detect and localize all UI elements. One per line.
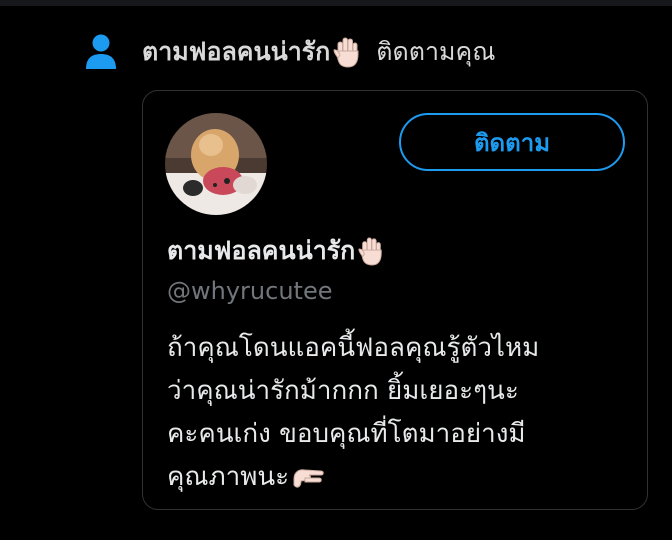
card-handle[interactable]: @whyrucutee — [167, 277, 332, 305]
pinching-hand-icon — [293, 468, 324, 488]
person-icon — [86, 34, 116, 69]
user-preview-card[interactable]: ติดตาม ตามฟอลคนน่ารัก @whyrucutee ถ้าคุณ… — [142, 90, 648, 510]
top-divider — [0, 0, 672, 6]
waving-hand-icon — [358, 237, 383, 266]
notification-account-name[interactable]: ตามฟอลคนน่ารัก — [142, 32, 330, 72]
card-display-name[interactable]: ตามฟอลคนน่ารัก — [167, 231, 355, 271]
follow-button[interactable]: ติดตาม — [399, 113, 625, 171]
card-display-name-row[interactable]: ตามฟอลคนน่ารัก — [167, 231, 385, 271]
avatar-image — [165, 113, 267, 215]
card-bio: ถ้าคุณโดนแอคนี้ฟอลคุณรู้ตัวไหม ว่าคุณน่า… — [167, 327, 637, 499]
avatar[interactable] — [165, 113, 267, 215]
waving-hand-icon — [333, 37, 359, 68]
follow-notification[interactable]: ตามฟอลคนน่ารัก ติดตามคุณ — [84, 30, 495, 74]
bio-line-4-text: คุณภาพนะ — [167, 462, 290, 492]
bio-line-1: ถ้าคุณโดนแอคนี้ฟอลคุณรู้ตัวไหม — [167, 333, 540, 363]
bio-line-3: คะคนเก่ง ขอบคุณที่โตมาอย่างมี — [167, 419, 526, 449]
bio-line-2: ว่าคุณน่ารักม้ากกก ยิ้มเยอะๆนะ — [167, 376, 519, 406]
bio-line-4: คุณภาพนะ — [167, 456, 637, 499]
notification-action-text: ติดตามคุณ — [376, 37, 496, 66]
